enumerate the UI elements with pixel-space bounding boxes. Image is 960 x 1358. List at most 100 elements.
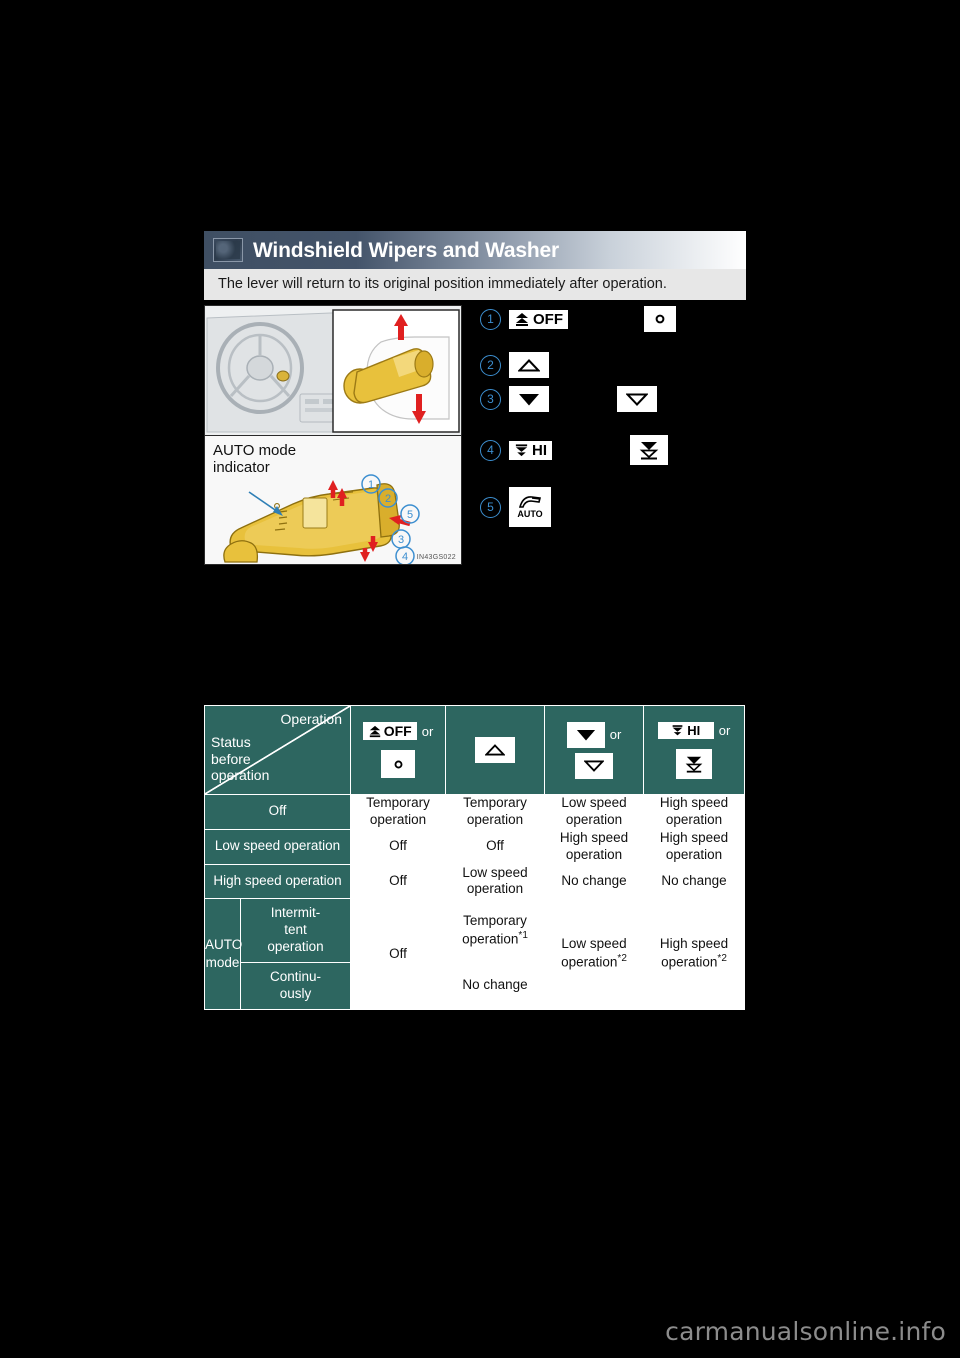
callout-number-1: 1 <box>480 308 501 330</box>
table-cell: No change <box>544 863 644 900</box>
table-cell: Off <box>350 863 446 900</box>
row-header-intermittent: Intermit- tent operation <box>240 898 351 963</box>
svg-text:4: 4 <box>402 551 408 563</box>
intermittent-line1: Intermit- <box>270 905 321 921</box>
list-item: 2 <box>480 351 940 379</box>
wiper-auto-icon: AUTO <box>509 487 551 527</box>
table-cell: No change <box>445 961 545 1010</box>
wiper-lever-thumbnail-icon <box>213 238 243 262</box>
row-header-off: Off <box>204 794 351 830</box>
auto-label: AUTO <box>517 509 543 519</box>
washer-dot-icon <box>381 750 415 778</box>
table-cell: Off <box>350 898 446 1010</box>
table-cell: Temporary operation*1 <box>445 898 545 963</box>
operation-table: Operation Status before operation OFF or <box>204 705 745 1010</box>
row-header-continuously: Continu- ously <box>240 961 351 1010</box>
figure-code: IN43GS022 <box>416 554 456 561</box>
status-line2: before <box>211 750 251 767</box>
operation-table-wrapper: Operation Status before operation OFF or <box>204 705 745 1010</box>
intermittent-line3: operation <box>267 939 324 954</box>
table-cell: Temporary operation <box>445 794 545 830</box>
table-cell: Low speed operation*2 <box>544 898 644 1010</box>
callout-number-4: 4 <box>480 439 501 461</box>
list-item: 5 AUTO <box>480 487 940 527</box>
triangle-down-filled-icon <box>566 721 605 748</box>
svg-text:2: 2 <box>385 493 391 505</box>
table-header-row: Operation Status before operation OFF or <box>204 705 745 795</box>
page-root: Windshield Wipers and Washer The lever w… <box>0 0 960 1358</box>
list-item: 4 HI <box>480 435 940 465</box>
mist-off-label: OFF <box>533 310 563 328</box>
triangle-down-outline-icon <box>617 386 657 412</box>
wiper-mist-off-icon: OFF <box>509 309 568 329</box>
column-header-off: OFF or <box>350 705 446 795</box>
table-cell: Off <box>350 828 446 865</box>
status-line3: operation <box>211 767 270 784</box>
column-header-high: HI or <box>643 705 745 795</box>
figure-dashboard-view <box>205 306 461 436</box>
column-header-intermittent <box>445 705 545 795</box>
wiper-double-down-icon <box>676 748 712 779</box>
column-header-low: or <box>544 705 644 795</box>
page-title: Windshield Wipers and Washer <box>253 238 559 262</box>
or-separator: or <box>421 723 434 739</box>
triangle-down-filled-icon <box>509 386 549 412</box>
hi-label: HI <box>687 722 701 738</box>
triangle-up-outline-icon <box>475 737 515 763</box>
legend-list: 1 OFF 2 3 4 HI 5 AUTO <box>480 305 940 531</box>
triangle-down-outline-icon <box>575 752 613 779</box>
table-row: High speed operation Off Low speed opera… <box>204 863 745 900</box>
section-subtitle: The lever will return to its original po… <box>204 269 746 300</box>
table-cell: High speed operation <box>643 794 745 830</box>
row-header-low-speed: Low speed operation <box>204 828 351 865</box>
auto-mode-line2: mode <box>205 954 240 970</box>
table-row: AUTO mode Intermit- tent operation Off T… <box>204 898 745 1010</box>
svg-text:3: 3 <box>398 534 404 546</box>
status-line1: Status <box>211 734 251 750</box>
footnote-marker-1: *1 <box>518 929 528 941</box>
wiper-hi-icon: HI <box>509 440 552 460</box>
callout-number-3: 3 <box>480 388 501 410</box>
washer-dot-icon <box>644 306 676 332</box>
off-label: OFF <box>383 723 412 739</box>
row-header-high-speed: High speed operation <box>204 863 351 900</box>
table-cell: No change <box>643 863 745 900</box>
table-cell: Low speed operation <box>544 794 644 830</box>
auto-mode-line1: AUTO <box>205 937 243 953</box>
hi-label: HI <box>532 441 547 459</box>
table-cell: Low speed operation <box>445 863 545 900</box>
wiper-double-down-icon <box>630 435 668 465</box>
or-separator: or <box>609 727 622 742</box>
table-cell: High speed operation <box>544 828 644 865</box>
callout-number-5: 5 <box>480 496 501 518</box>
or-separator: or <box>718 722 731 738</box>
footnote-marker-2: *2 <box>717 953 727 965</box>
continuously-line2: ously <box>279 985 312 1001</box>
operation-axis-label: Operation <box>280 711 342 727</box>
status-axis-label: Status before operation <box>211 734 269 784</box>
wiper-mist-off-icon: OFF <box>362 722 417 740</box>
auto-mode-label-line1: AUTO mode <box>213 442 297 459</box>
continuously-line1: Continu- <box>269 968 322 984</box>
table-cell: High speed operation <box>643 828 745 865</box>
table-row: Low speed operation Off Off High speed o… <box>204 828 745 865</box>
list-item: 1 OFF <box>480 305 940 333</box>
footnote-marker-2: *2 <box>617 953 627 965</box>
intermittent-line2: tent <box>284 922 307 938</box>
table-cell: Off <box>445 828 545 865</box>
svg-text:5: 5 <box>407 509 413 521</box>
dashboard-drawing <box>205 306 461 436</box>
table-row: Off Temporary operation Temporary operat… <box>204 794 745 830</box>
table-corner-cell: Operation Status before operation <box>204 705 351 795</box>
triangle-up-outline-icon <box>509 352 549 378</box>
wiper-hi-icon: HI <box>657 721 714 739</box>
table-cell: High speed operation*2 <box>643 898 745 1010</box>
figure-lever-detail-view: 1 2 5 3 4 AUTO mode indicator <box>205 436 461 564</box>
callout-number-2: 2 <box>480 354 501 376</box>
auto-mode-indicator-label: AUTO mode indicator <box>213 442 296 477</box>
auto-mode-label-line2: indicator <box>213 459 270 477</box>
section-title-bar: Windshield Wipers and Washer <box>204 231 746 269</box>
row-header-auto-mode: AUTO mode <box>204 898 243 1010</box>
list-item: 3 <box>480 385 940 413</box>
site-watermark: carmanualsonline.info <box>665 1317 946 1346</box>
